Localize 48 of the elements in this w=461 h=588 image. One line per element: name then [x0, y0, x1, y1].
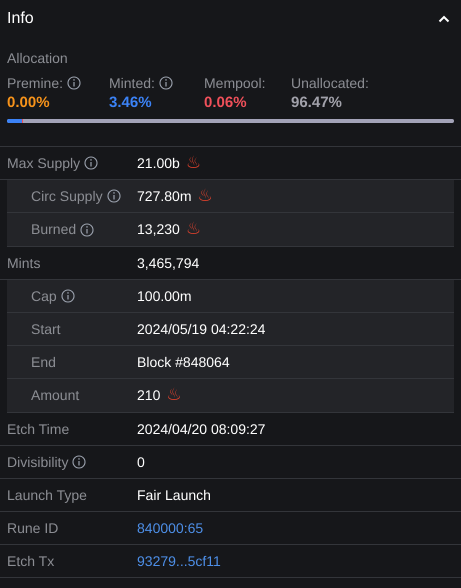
allocation-value: 3.46%	[109, 93, 153, 113]
field-value: 0	[137, 452, 145, 472]
allocation-value: 96.47%	[291, 93, 343, 113]
allocation-value: 0.00%	[7, 93, 51, 113]
field-label: Etch Time	[7, 420, 70, 438]
info-icon[interactable]	[80, 222, 94, 236]
field-value: 210	[137, 386, 160, 405]
field-value: 100.00m	[137, 286, 192, 306]
rune-symbol: ♨	[186, 154, 202, 172]
value-link[interactable]: 840000:65	[137, 518, 204, 538]
field-label: Max Supply	[7, 154, 80, 173]
value-link[interactable]: 93279...5cf11	[137, 550, 221, 572]
info-icon[interactable]	[60, 289, 75, 303]
allocation-label: Minted:	[109, 74, 155, 92]
field-label: Mints	[7, 254, 40, 272]
field-label: Cap	[31, 286, 57, 306]
field-label: Etch Tx	[7, 552, 54, 570]
field-value: 3,465,794	[137, 254, 200, 272]
field-value: 21.00b	[137, 154, 180, 172]
panel-title: Info	[7, 9, 34, 29]
allocation-label: Premine:	[7, 74, 64, 92]
field-label: Start	[31, 320, 61, 338]
field-label: End	[31, 352, 56, 372]
field-label: Launch Type	[7, 486, 87, 505]
field-value: 727.80m	[137, 186, 192, 206]
allocation-value: 0.06%	[204, 93, 248, 113]
field-label: Divisibility	[7, 452, 68, 472]
field-label: Rune ID	[7, 518, 58, 538]
field-value: 13,230	[137, 220, 180, 239]
section-label: Allocation	[7, 49, 69, 68]
field-value: Fair Launch	[137, 486, 211, 504]
field-value: Block #848064	[137, 352, 230, 372]
info-icon[interactable]	[72, 455, 86, 469]
info-icon[interactable]	[158, 76, 173, 90]
field-label: Circ Supply	[31, 186, 103, 206]
field-value: 2024/04/20 08:09:27	[137, 420, 266, 438]
chevron-up-icon	[438, 15, 450, 23]
info-icon[interactable]	[67, 76, 82, 90]
info-icon[interactable]	[106, 189, 121, 203]
allocation-label: Mempool:	[204, 74, 266, 93]
rune-symbol: ♨	[186, 221, 202, 238]
rune-symbol: ♨	[197, 188, 213, 204]
field-label: Burned	[31, 220, 76, 239]
field-value: 2024/05/19 04:22:24	[137, 320, 266, 338]
field-label: Amount	[31, 386, 80, 405]
info-icon[interactable]	[84, 156, 98, 170]
rune-symbol: ♨	[166, 387, 182, 404]
allocation-label: Unallocated:	[291, 74, 369, 92]
